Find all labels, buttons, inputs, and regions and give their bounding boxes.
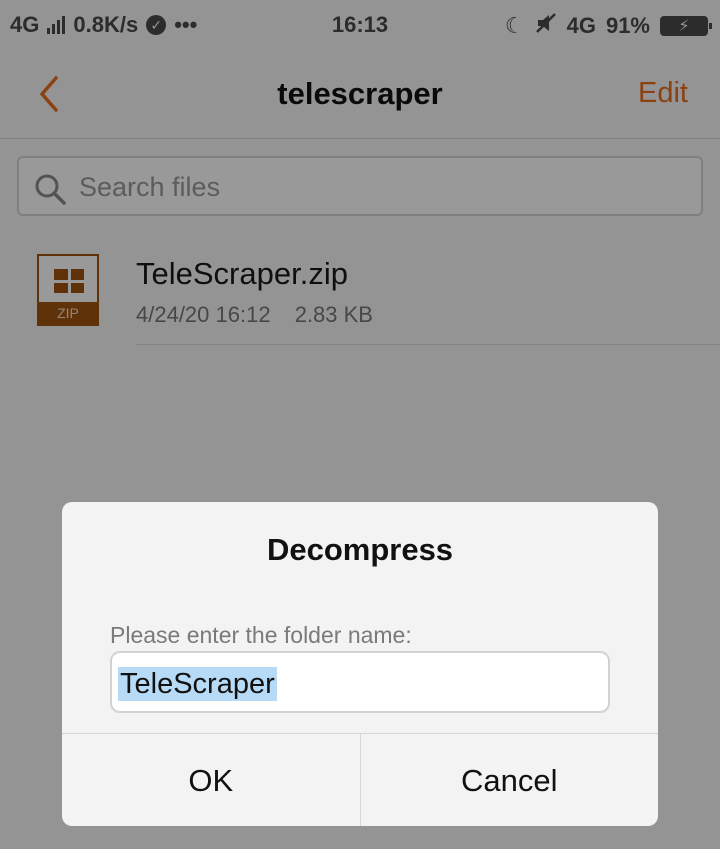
folder-name-input[interactable]: TeleScraper (110, 651, 610, 713)
folder-name-value: TeleScraper (118, 667, 277, 701)
decompress-dialog: Decompress Please enter the folder name:… (62, 502, 658, 826)
dialog-prompt: Please enter the folder name: (110, 622, 412, 648)
ok-button[interactable]: OK (62, 734, 360, 826)
dialog-button-row: OK Cancel (62, 733, 658, 826)
file-manager-screen: 4G 0.8K/s ✓ ••• 16:13 ☾ 4G 91% ⚡ telescr… (0, 0, 720, 849)
dialog-title: Decompress (266, 532, 454, 567)
cancel-button[interactable]: Cancel (359, 734, 659, 826)
